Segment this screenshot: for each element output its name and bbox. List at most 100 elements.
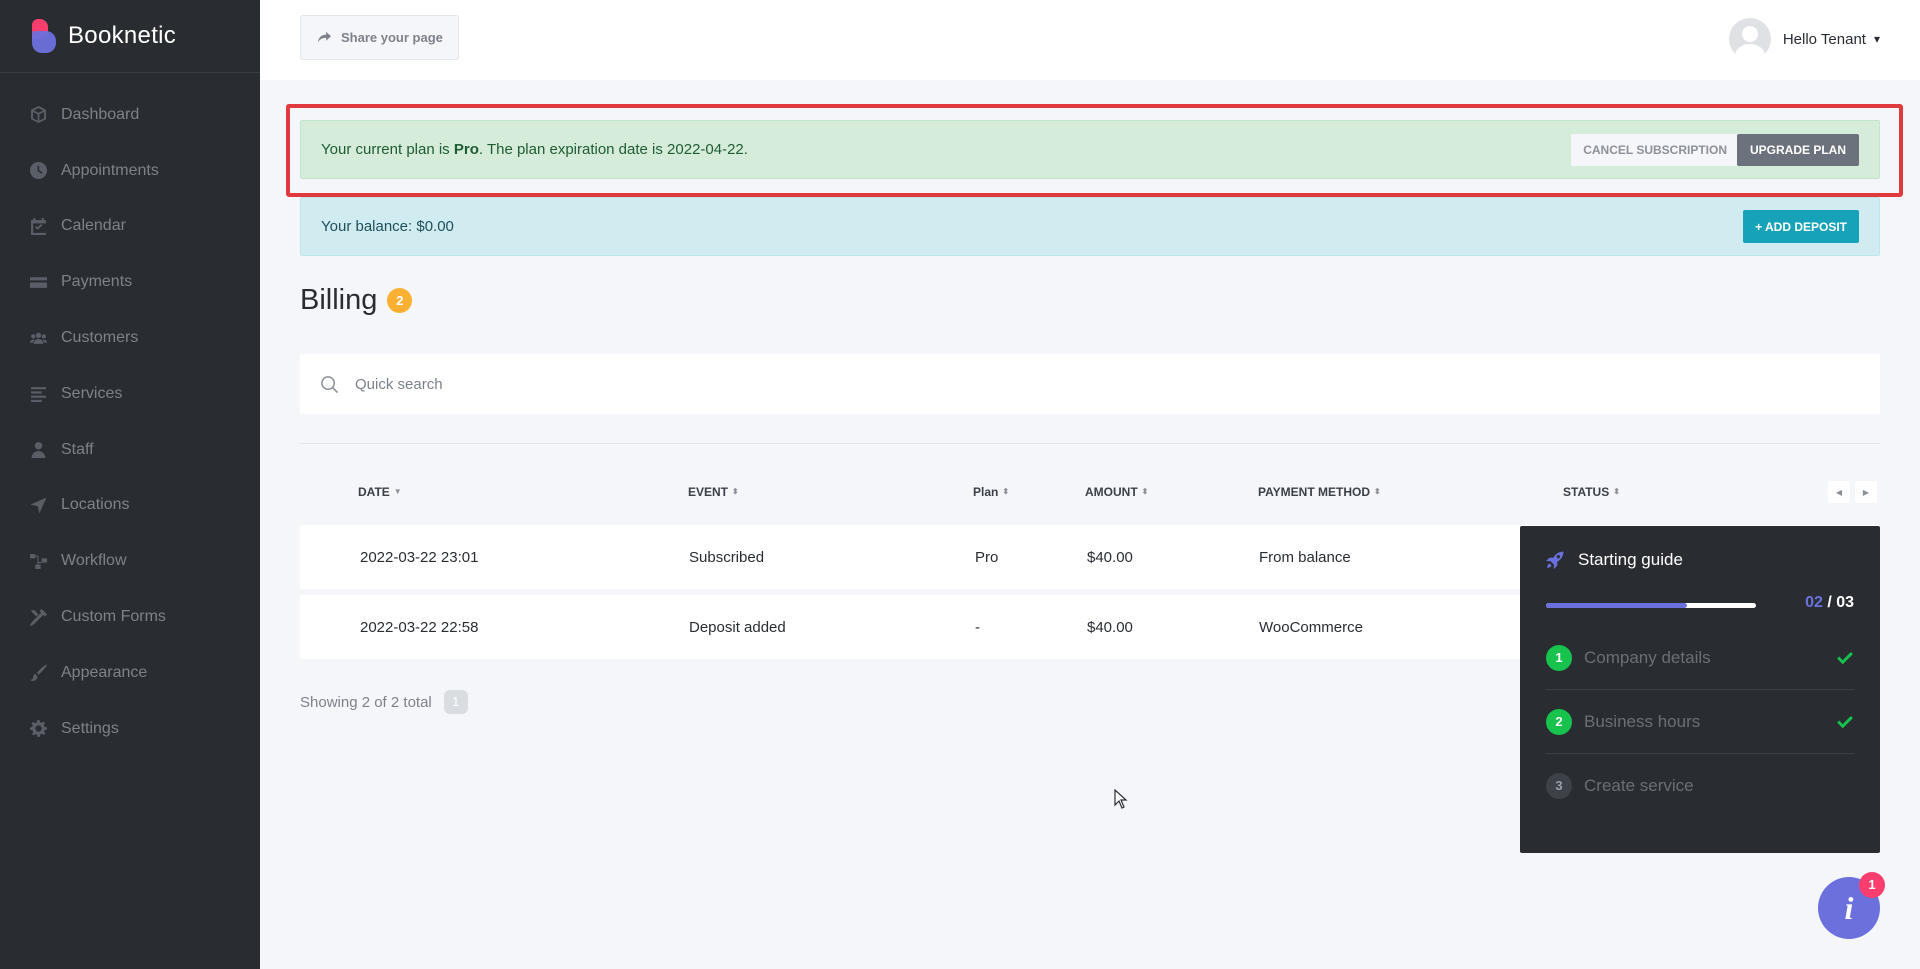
cell-amount: $40.00 [1087, 618, 1133, 636]
sort-icon: ⬍ [1613, 487, 1620, 496]
sidebar-item-workflow[interactable]: Workflow [0, 533, 260, 589]
sidebar-item-staff[interactable]: Staff [0, 422, 260, 478]
credit-card-icon [30, 276, 47, 288]
booknetic-logo-icon [30, 19, 56, 53]
guide-header: Starting guide [1546, 550, 1683, 570]
sort-icon: ⬍ [1002, 487, 1010, 496]
caret-left-icon: ◀ [1835, 487, 1843, 497]
cancel-subscription-button[interactable]: CANCEL SUBSCRIPTION [1571, 134, 1739, 166]
count-badge: 2 [387, 288, 413, 313]
cube-icon [31, 106, 46, 124]
column-header-date[interactable]: DATE ▼ [358, 485, 402, 499]
page-number-button[interactable]: 1 [443, 690, 468, 714]
cell-date: 2022-03-22 22:58 [360, 618, 479, 636]
sidebar-item-label: Appointments [61, 161, 159, 179]
sidebar-item-dashboard[interactable]: Dashboard [0, 87, 260, 143]
sort-desc-icon: ▼ [393, 487, 402, 496]
sidebar-item-label: Custom Forms [61, 608, 166, 626]
column-header-event[interactable]: EVENT ⬍ [688, 485, 739, 499]
sidebar-item-label: Payments [61, 273, 133, 291]
cell-date: 2022-03-22 23:01 [360, 548, 479, 566]
list-icon [31, 387, 46, 403]
scroll-left-button[interactable]: ◀ [1828, 481, 1850, 503]
calendar-icon [31, 217, 46, 235]
workflow-icon [30, 553, 47, 569]
sidebar-item-label: Calendar [61, 217, 126, 235]
step-number: 1 [1546, 644, 1572, 671]
column-header-amount[interactable]: AMOUNT ⬍ [1085, 485, 1148, 499]
tools-icon [30, 608, 47, 626]
sidebar-item-label: Services [61, 384, 123, 402]
users-icon [30, 332, 47, 344]
cell-payment-method: From balance [1259, 548, 1351, 566]
showing-text: Showing 2 of 2 total [300, 693, 432, 711]
avatar [1728, 18, 1771, 60]
sidebar-item-calendar[interactable]: Calendar [0, 199, 260, 255]
cell-event: Deposit added [689, 618, 786, 636]
sidebar-item-appearance[interactable]: Appearance [0, 645, 260, 701]
guide-step-business-hours[interactable]: 2 Business hours [1546, 690, 1854, 754]
sort-icon: ⬍ [1374, 487, 1381, 496]
pagination-info: Showing 2 of 2 total 1 [300, 690, 468, 714]
guide-progress-fill [1546, 603, 1687, 608]
location-arrow-icon [30, 497, 47, 514]
sidebar-item-settings[interactable]: Settings [0, 701, 260, 757]
step-label: Create service [1584, 776, 1694, 795]
cell-event: Subscribed [689, 548, 765, 566]
plan-status-text: Your current plan is Pro. The plan expir… [321, 141, 748, 158]
guide-progress-bar [1546, 603, 1756, 608]
sidebar: Booknetic Dashboard Appointments Calenda… [0, 0, 260, 969]
caret-right-icon: ▶ [1862, 487, 1870, 497]
check-icon [1837, 651, 1853, 664]
cell-plan: - [975, 618, 980, 636]
cell-plan: Pro [975, 548, 999, 566]
cell-amount: $40.00 [1087, 548, 1133, 566]
guide-step-create-service[interactable]: 3 Create service [1546, 754, 1854, 818]
share-page-label: Share your page [341, 30, 443, 45]
guide-title: Starting guide [1578, 550, 1683, 569]
search-icon [321, 375, 339, 393]
share-page-button[interactable]: Share your page [300, 15, 459, 60]
add-deposit-button[interactable]: + ADD DEPOSIT [1743, 210, 1859, 243]
sidebar-item-label: Customers [61, 329, 139, 347]
step-label: Company details [1584, 647, 1711, 667]
search-input[interactable] [355, 375, 1755, 393]
search-box [300, 354, 1880, 414]
sidebar-item-label: Workflow [61, 552, 127, 570]
column-header-status[interactable]: STATUS ⬍ [1563, 485, 1620, 499]
column-header-payment-method[interactable]: PAYMENT METHOD ⬍ [1258, 485, 1381, 499]
scroll-right-button[interactable]: ▶ [1855, 481, 1877, 503]
user-name: Hello Tenant [1782, 30, 1866, 48]
guide-step-company-details[interactable]: 1 Company details [1546, 626, 1854, 690]
balance-text: Your balance: $0.00 [321, 218, 454, 235]
column-header-plan[interactable]: Plan ⬍ [973, 485, 1009, 499]
upgrade-plan-button[interactable]: UPGRADE PLAN [1736, 134, 1859, 166]
step-number: 3 [1546, 773, 1572, 799]
cell-payment-method: WooCommerce [1259, 618, 1363, 636]
sidebar-item-services[interactable]: Services [0, 366, 260, 422]
plan-alert: Your current plan is Pro. The plan expir… [300, 120, 1880, 179]
page-title-text: Billing [300, 284, 378, 316]
sidebar-item-customers[interactable]: Customers [0, 310, 260, 366]
sidebar-menu: Dashboard Appointments Calendar Payments… [0, 73, 260, 757]
sidebar-item-payments[interactable]: Payments [0, 254, 260, 310]
sidebar-item-custom-forms[interactable]: Custom Forms [0, 589, 260, 645]
sort-icon: ⬍ [1141, 487, 1149, 496]
plan-name: Pro [453, 141, 479, 158]
step-number: 2 [1546, 708, 1572, 735]
sidebar-item-label: Staff [61, 440, 94, 458]
gear-icon [30, 720, 47, 738]
page-title: Billing 2 [300, 284, 413, 317]
brand[interactable]: Booknetic [0, 0, 260, 73]
user-icon [31, 442, 46, 459]
user-menu[interactable]: Hello Tenant ▾ [1728, 18, 1880, 60]
clock-icon [30, 162, 47, 180]
sidebar-item-appointments[interactable]: Appointments [0, 143, 260, 199]
check-icon [1837, 715, 1853, 728]
sidebar-item-label: Appearance [61, 663, 148, 681]
paint-brush-icon [30, 664, 47, 682]
sidebar-item-locations[interactable]: Locations [0, 478, 260, 534]
guide-step-counter: 02 / 03 [1805, 594, 1854, 611]
share-icon [318, 31, 331, 43]
info-icon: i [1844, 889, 1854, 926]
